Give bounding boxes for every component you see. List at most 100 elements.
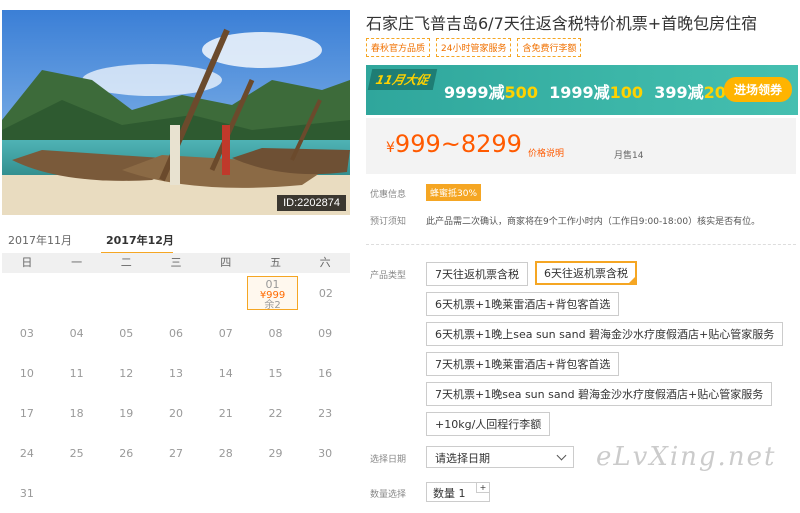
calendar-day[interactable]: 15 [251, 353, 301, 393]
calendar-week-row: 24 25 26 27 28 29 30 [2, 433, 350, 473]
weekday-label: 日 [21, 256, 33, 269]
calendar-day[interactable]: 03 [2, 313, 52, 353]
option-7day-lailei-hotel[interactable]: 7天机票+1晚莱雷酒店+背包客首选 [426, 352, 620, 376]
calendar-day[interactable]: 24 [2, 433, 52, 473]
promo-deals: 9999减500 1999减100 399减20 [444, 79, 726, 103]
product-type-label: 产品类型 [370, 271, 407, 281]
calendar-day[interactable]: 21 [201, 393, 251, 433]
calendar-grid: 01 ¥999 余2 02 03 04 05 06 07 08 09 10 11 12 13 14 15 16 17… [2, 273, 350, 513]
calendar-empty-cell [251, 473, 301, 513]
calendar-day[interactable]: 06 [151, 313, 201, 353]
claim-coupon-button[interactable]: 进场领券 [723, 77, 792, 102]
calendar-empty-cell [99, 273, 147, 313]
service-tag: 24小时管家服务 [436, 38, 512, 57]
weekday-label: 五 [269, 256, 281, 269]
product-title: 石家庄飞普吉岛6/7天往返含税特价机票+首晚包房住宿 [366, 14, 758, 33]
calendar-day[interactable]: 13 [151, 353, 201, 393]
calendar-empty-cell [201, 473, 251, 513]
section-divider [366, 244, 796, 245]
calendar-day[interactable]: 26 [101, 433, 151, 473]
calendar-week-row: 10 11 12 13 14 15 16 [2, 353, 350, 393]
calendar-day[interactable]: 05 [101, 313, 151, 353]
plus-icon[interactable]: + [476, 483, 489, 493]
calendar-day[interactable]: 04 [52, 313, 102, 353]
calendar-day[interactable]: 10 [2, 353, 52, 393]
image-id-badge: ID:2202874 [277, 195, 346, 211]
deal-prefix: 1999减 [549, 83, 610, 102]
calendar-day[interactable]: 12 [101, 353, 151, 393]
calendar-day[interactable]: 16 [300, 353, 350, 393]
calendar-day[interactable]: 07 [201, 313, 251, 353]
calendar-day[interactable]: 27 [151, 433, 201, 473]
hero-image: ID:2202874 [2, 10, 350, 215]
promo-banner[interactable]: 11月大促 9999减500 1999减100 399减20 进场领券 [366, 65, 798, 115]
option-7day-flight[interactable]: 7天往返机票含税 [426, 262, 528, 286]
option-6day-flight[interactable]: 6天往返机票含税 [535, 261, 637, 285]
deal-amount: 100 [609, 83, 644, 102]
notice-label: 预订须知 [370, 217, 407, 227]
price-bar: ¥999~8299 价格说明 月售14 [366, 118, 796, 174]
price-explain-link[interactable]: 价格说明 [528, 146, 564, 159]
calendar-day[interactable]: 30 [300, 433, 350, 473]
price-value: 999~8299 [394, 130, 522, 158]
calendar-day[interactable]: 28 [201, 433, 251, 473]
calendar-day[interactable]: 08 [251, 313, 301, 353]
calendar-empty-cell [2, 273, 50, 313]
calendar-day[interactable]: 31 [2, 473, 52, 513]
promo-badge: 11月大促 [367, 69, 437, 90]
calendar-day[interactable]: 14 [201, 353, 251, 393]
weekday-label: 三 [170, 256, 182, 269]
calendar-empty-cell [195, 273, 243, 313]
monthly-sales: 月售14 [614, 151, 644, 161]
calendar-week-row: 03 04 05 06 07 08 09 [2, 313, 350, 353]
date-label: 选择日期 [370, 455, 407, 465]
option-extra-baggage[interactable]: +10kg/人回程行李额 [426, 412, 551, 436]
calendar-day[interactable]: 22 [251, 393, 301, 433]
service-tag: 春秋官方品质 [366, 38, 431, 57]
calendar-day[interactable]: 19 [101, 393, 151, 433]
discount-label: 优惠信息 [370, 190, 407, 200]
calendar-day[interactable]: 20 [151, 393, 201, 433]
calendar-day-available[interactable]: 01 ¥999 余2 [247, 276, 298, 312]
tab-month-nov[interactable]: 2017年11月 [8, 232, 72, 248]
calendar-week-row: 31 [2, 473, 350, 513]
calendar-day[interactable]: 18 [52, 393, 102, 433]
deal-prefix: 399减 [654, 83, 704, 102]
calendar-week-row: 01 ¥999 余2 02 [2, 273, 350, 313]
deal-amount: 20 [703, 83, 726, 102]
calendar-empty-cell [147, 273, 195, 313]
quantity-stepper[interactable]: 数量 1 + [426, 482, 490, 502]
option-6day-lailei-hotel[interactable]: 6天机票+1晚莱雷酒店+背包客首选 [426, 292, 620, 316]
calendar-empty-cell [300, 473, 350, 513]
deal-prefix: 9999减 [444, 83, 505, 102]
coupon-badge: 蜂蜜抵30% [426, 184, 482, 201]
site-watermark: eLvXing.net [596, 442, 777, 472]
calendar-day[interactable]: 02 [302, 273, 350, 313]
chevron-down-icon [556, 450, 567, 461]
calendar-empty-cell [101, 473, 151, 513]
option-6day-seasunsand-hotel[interactable]: 6天机票+1晚上sea sun sand 碧海金沙水疗度假酒店+贴心管家服务 [426, 322, 784, 346]
deal-amount: 500 [504, 83, 538, 102]
month-tabs: 2017年11月 2017年12月 [0, 228, 350, 254]
day-remaining: 余2 [264, 300, 281, 312]
longtail-boats-illustration [2, 10, 350, 215]
calendar-day[interactable]: 17 [2, 393, 52, 433]
price-range: ¥999~8299 [386, 130, 522, 158]
calendar-day[interactable]: 11 [52, 353, 102, 393]
calendar-empty-cell [50, 273, 98, 313]
date-select[interactable]: 请选择日期 [426, 446, 574, 468]
calendar-day[interactable]: 09 [300, 313, 350, 353]
service-tags: 春秋官方品质 24小时管家服务 含免费行李额 [366, 38, 582, 57]
calendar-weekday-header: 日 一 二 三 四 五 六 [2, 253, 350, 273]
tab-month-dec[interactable]: 2017年12月 [106, 232, 174, 248]
option-7day-seasunsand-hotel[interactable]: 7天机票+1晚sea sun sand 碧海金沙水疗度假酒店+贴心管家服务 [426, 382, 773, 406]
calendar-empty-cell [52, 473, 102, 513]
booking-notice: 此产品需二次确认，商家将在9个工作小时内（工作日9:00-18:00）核实是否有… [426, 217, 761, 227]
calendar-day[interactable]: 25 [52, 433, 102, 473]
weekday-label: 一 [71, 256, 83, 269]
calendar-empty-cell [151, 473, 201, 513]
calendar-day[interactable]: 23 [300, 393, 350, 433]
currency-symbol: ¥ [386, 140, 395, 156]
calendar-day[interactable]: 29 [251, 433, 301, 473]
service-tag: 含免费行李额 [517, 38, 582, 57]
